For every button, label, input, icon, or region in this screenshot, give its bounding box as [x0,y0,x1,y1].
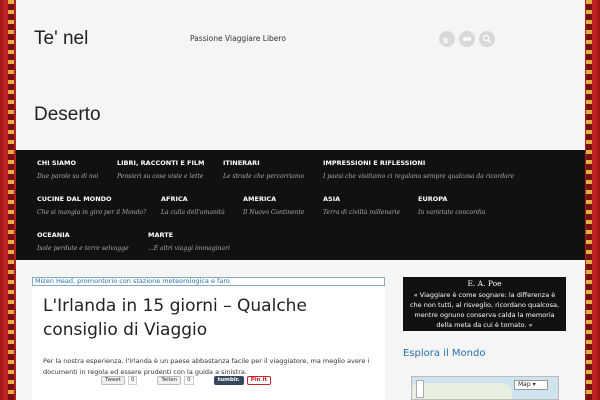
quote-author: E. A. Poe [467,279,502,288]
background-border-right [586,0,592,400]
page-container: Te' nel Passione Viaggiare Libero g Dese… [16,0,585,400]
site-header: Te' nel Passione Viaggiare Libero g Dese… [16,0,585,150]
explore-heading: Esplora il Mondo [403,348,486,359]
nav-item-europa[interactable]: EUROPA In varietate concordia [418,195,485,216]
nav-item-title: LIBRI, RACCONTI E FILM [117,159,205,167]
post-card: L'Irlanda in 15 giorni – Qualche consigl… [32,286,385,400]
map-landmass [412,383,512,399]
nav-item-title: CUCINE DAL MONDO [37,195,112,203]
nav-item-impressioni[interactable]: IMPRESSIONI E RIFLESSIONI I paesi che vi… [323,159,514,180]
nav-item-asia[interactable]: ASIA Terra di civiltà millenarie [323,195,400,216]
tumblr-share-button[interactable]: tumblr. [213,376,244,385]
nav-item-cucine[interactable]: CUCINE DAL MONDO Che si mangia in giro p… [37,195,146,216]
pinterest-button[interactable]: Pin it [246,376,272,385]
nav-item-oceania[interactable]: OCEANIA Isole perdute e terre selvagge [37,231,129,252]
map-zoom-control[interactable] [416,380,424,398]
nav-item-title: IMPRESSIONI E RIFLESSIONI [323,159,426,167]
nav-item-title: AMERICA [243,195,277,203]
nav-item-subtitle: ...E altri viaggi immaginari [148,245,230,252]
nav-item-subtitle: Le strade che percorriamo [223,173,305,180]
background-border-left [8,0,14,400]
post-excerpt: Per la nostra esperienza, l'Irlanda è un… [43,357,370,376]
nav-item-subtitle: I paesi che visitiamo ci regalano sempre… [323,173,515,180]
social-links: g [439,31,495,47]
map-type-label: Map [518,381,531,388]
google-plus-icon[interactable]: g [439,31,455,47]
nav-item-title: OCEANIA [37,231,70,239]
main-content: Mizen Head, promontorio con stazione met… [16,260,585,400]
nav-item-africa[interactable]: AFRICA La culla dell'umanità [161,195,225,216]
nav-item-subtitle: Che si mangia in giro per il Mondo? [37,209,147,216]
google-plus-count: 0 [184,376,194,385]
site-title[interactable]: Te' nel [34,28,88,50]
share-buttons: Tweet 0 Teilen 0 tumblr. Pin it [101,376,272,385]
nav-item-title: AFRICA [161,195,188,203]
search-icon[interactable] [479,31,495,47]
featured-image-caption[interactable]: Mizen Head, promontorio con stazione met… [32,277,385,286]
main-navigation: CHI SIAMO Due parole su di noi LIBRI, RA… [16,150,585,260]
nav-item-title: MARTE [148,231,174,239]
tweet-count: 0 [127,376,138,385]
quote-widget: E. A. Poe « Viaggiare è come sognare: la… [403,277,566,331]
nav-item-subtitle: Pensieri su cose viste e lette [117,173,204,180]
nav-item-subtitle: Il Nuovo Continente [243,209,305,216]
nav-item-marte[interactable]: MARTE ...E altri viaggi immaginari [148,231,230,252]
map-type-dropdown[interactable]: Map ▾ [514,380,548,390]
post-title[interactable]: L'Irlanda in 15 giorni – Qualche consigl… [43,294,363,342]
flickr-icon[interactable] [459,31,475,47]
tweet-button[interactable]: Tweet [101,376,125,385]
nav-item-america[interactable]: AMERICA Il Nuovo Continente [243,195,304,216]
nav-item-title: ASIA [323,195,341,203]
nav-item-subtitle: Terra di civiltà millenarie [323,209,401,216]
site-tagline: Passione Viaggiare Libero [190,34,286,43]
nav-item-subtitle: Isole perdute e terre selvagge [37,245,129,252]
nav-item-title: CHI SIAMO [37,159,77,167]
nav-item-subtitle: In varietate concordia [418,209,486,216]
nav-item-subtitle: La culla dell'umanità [161,209,225,216]
nav-item-title: ITINERARI [223,159,260,167]
site-title-line2[interactable]: Deserto [34,104,101,126]
nav-item-itinerari[interactable]: ITINERARI Le strade che percorriamo [223,159,304,180]
nav-item-libri[interactable]: LIBRI, RACCONTI E FILM Pensieri su cose … [117,159,205,180]
world-map-widget[interactable]: Map ▾ [411,376,559,400]
nav-item-chi-siamo[interactable]: CHI SIAMO Due parole su di noi [37,159,98,180]
google-plus-share-button[interactable]: Teilen [157,376,182,385]
nav-item-title: EUROPA [418,195,448,203]
nav-item-subtitle: Due parole su di noi [37,173,99,180]
svg-text:g: g [443,36,448,44]
quote-text: « Viaggiare è come sognare: la differenz… [409,291,560,329]
